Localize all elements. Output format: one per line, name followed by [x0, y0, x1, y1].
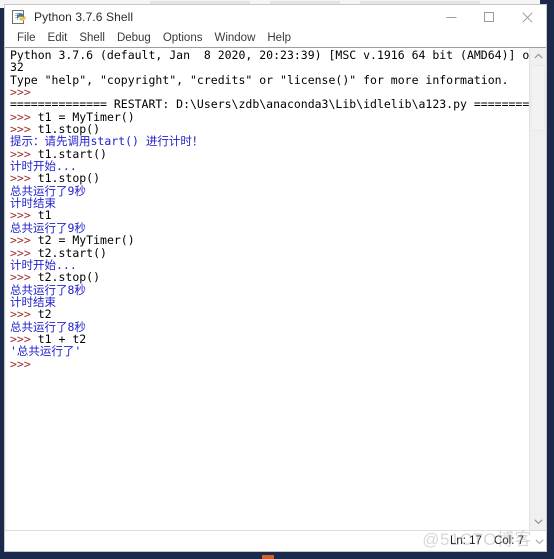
shell-line: >>> [10, 356, 529, 371]
status-line-number: Ln: 17 [449, 535, 482, 547]
chevron-down-icon[interactable] [530, 513, 546, 530]
shell-line: >>> t1.start() [10, 148, 529, 160]
title-bar[interactable]: Python 3.7.6 Shell [5, 5, 546, 30]
shell-line: >>> t2 [10, 308, 529, 320]
menu-item-window[interactable]: Window [208, 30, 261, 47]
taskbar-accent [262, 555, 274, 559]
menu-item-options[interactable]: Options [157, 30, 209, 47]
shell-output-line: 总共运行了9秒 [10, 183, 86, 198]
shell-line: >>> t1 + t2 [10, 333, 529, 345]
shell-line: >>> t2.stop() [10, 271, 529, 283]
shell-output-line: 计时结束 [10, 294, 56, 309]
status-bar: @51CTO博客 Ln: 17 Col: 7 [5, 530, 546, 551]
shell-line: >>> t2.start() [10, 246, 529, 259]
menu-bar: File Edit Shell Debug Options Window Hel… [5, 30, 546, 47]
chevron-up-icon[interactable] [530, 48, 546, 65]
menu-item-edit[interactable]: Edit [42, 30, 74, 47]
close-button[interactable] [508, 5, 546, 29]
shell-banner-line: Type "help", "copyright", "credits" or "… [10, 72, 509, 87]
scrollbar-thumb[interactable] [531, 65, 545, 131]
menu-item-file[interactable]: File [11, 30, 42, 47]
vertical-scrollbar[interactable] [529, 48, 546, 530]
scrollbar-track[interactable] [530, 65, 546, 513]
shell-output-line: 总共运行了8秒 [10, 319, 86, 334]
shell-output-line: 计时结束 [10, 196, 56, 211]
resize-handle[interactable] [535, 532, 544, 550]
menu-item-shell[interactable]: Shell [73, 30, 111, 47]
minimize-button[interactable] [432, 5, 470, 29]
menu-item-debug[interactable]: Debug [111, 30, 157, 47]
shell-body: Python 3.7.6 (default, Jan 8 2020, 20:23… [5, 47, 546, 530]
shell-line: >>> t1.stop() [10, 172, 529, 184]
shell-output-line: 总共运行了8秒 [10, 282, 86, 297]
python-idle-icon [11, 9, 27, 25]
shell-banner-line: Python 3.7.6 (default, Jan 8 2020, 20:23… [10, 48, 529, 62]
window-controls [432, 5, 546, 29]
shell-banner-line: 32 [10, 60, 24, 75]
idle-shell-window: Python 3.7.6 Shell File Edit Shell Debug… [4, 4, 547, 552]
shell-output-line: '总共运行了' [10, 344, 82, 359]
status-column-number: Col: 7 [493, 535, 524, 547]
shell-line: >>> t1 [10, 209, 529, 221]
menu-item-help[interactable]: Help [261, 30, 297, 47]
shell-prompt: >>> [10, 356, 38, 371]
shell-transcript[interactable]: Python 3.7.6 (default, Jan 8 2020, 20:23… [5, 48, 529, 530]
window-title: Python 3.7.6 Shell [34, 10, 134, 24]
maximize-button[interactable] [470, 5, 508, 29]
